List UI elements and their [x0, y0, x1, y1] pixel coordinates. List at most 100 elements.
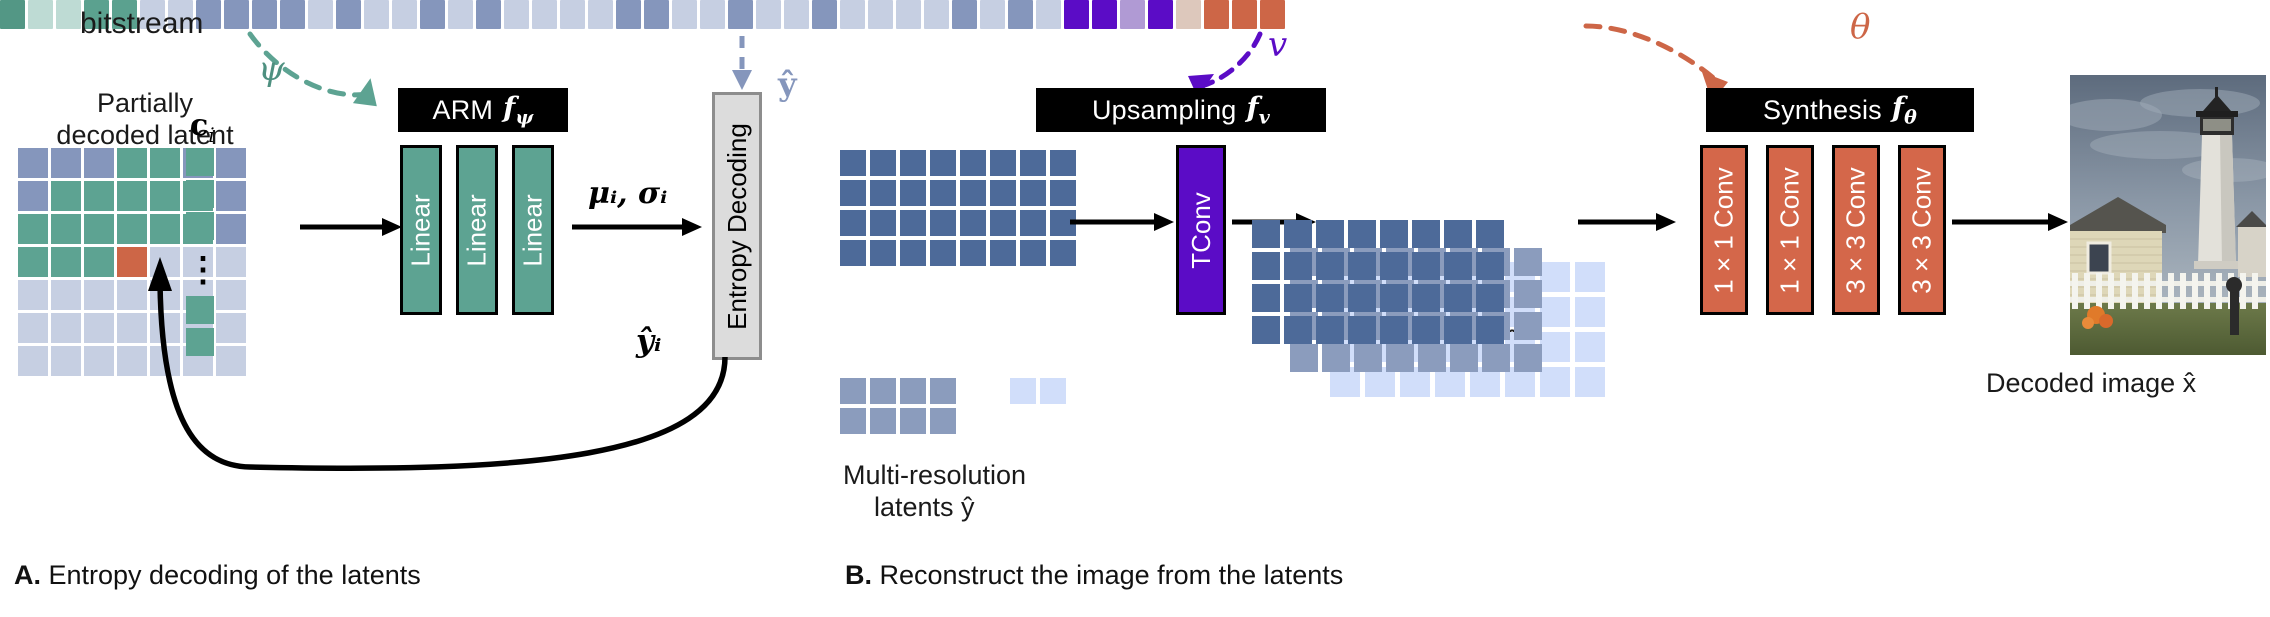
multires-cell: [900, 378, 926, 404]
bitstream-cell: [308, 0, 333, 29]
dense-cell: [1354, 344, 1382, 372]
decoded-image-thumbnail: [2070, 75, 2266, 355]
latent-cell: [84, 214, 114, 244]
context-vector-label: ci: [190, 108, 215, 147]
dense-latent-layer-front: [1252, 220, 1504, 344]
multires-cell: [990, 240, 1016, 266]
multires-cell: [930, 378, 956, 404]
multires-cell: [900, 240, 926, 266]
bitstream-cell: [840, 0, 865, 29]
multires-cell: [990, 180, 1016, 206]
dense-cell: [1514, 312, 1542, 340]
latent-cell: [18, 346, 48, 376]
multires-cell: [930, 210, 956, 236]
dense-cell: [1540, 262, 1570, 292]
panel-a-caption-prefix: A.: [14, 560, 41, 590]
bitstream-cell: [1092, 0, 1117, 29]
panel-a-caption: A. Entropy decoding of the latents: [14, 560, 421, 591]
dense-cell: [1412, 284, 1440, 312]
dense-cell: [1412, 252, 1440, 280]
multires-cell: [900, 210, 926, 236]
dense-cell: [1290, 344, 1318, 372]
dense-cell: [1380, 220, 1408, 248]
conv-block-2: 1 × 1 Conv: [1766, 145, 1814, 315]
yhat-i-label: ŷᵢ: [636, 323, 662, 359]
conv-block-4: 3 × 3 Conv: [1898, 145, 1946, 315]
dense-cell: [1482, 344, 1510, 372]
dense-cell: [1252, 316, 1280, 344]
multires-cell: [1050, 150, 1076, 176]
multires-latent-level-0: [840, 150, 1076, 266]
dense-cell: [1444, 220, 1472, 248]
multires-cell: [1020, 180, 1046, 206]
dense-cell: [1386, 344, 1414, 372]
bitstream-cell: [280, 0, 305, 29]
synthesis-banner-fn: fθ: [1891, 91, 1917, 129]
latents-to-tconv-arrow: [1070, 213, 1174, 231]
latent-title-line2: decoded latent: [56, 120, 234, 150]
multires-cell: [840, 180, 866, 206]
bitstream-cell: [1036, 0, 1061, 29]
latent-cell: [51, 313, 81, 343]
dense-cell: [1540, 367, 1570, 397]
latent-cell: [51, 148, 81, 178]
latent-cell: [18, 247, 48, 277]
latent-title-line1: Partially: [96, 88, 194, 118]
bitstream-cell: [532, 0, 557, 29]
yhat-label: ŷ: [778, 65, 797, 103]
synthesis-banner: Synthesis fθ: [1706, 88, 1974, 132]
bitstream-cell: [56, 0, 81, 29]
dense-cell: [1575, 332, 1605, 362]
context-to-linear-arrow: [300, 218, 400, 236]
dense-cell: [1514, 344, 1542, 372]
bitstream-cell: [1148, 0, 1173, 29]
multires-cell: [1050, 240, 1076, 266]
bitstream-cell: [476, 0, 501, 29]
panel-a-caption-text: Entropy decoding of the latents: [41, 560, 421, 590]
bitstream-cell: [392, 0, 417, 29]
multires-cell: [1020, 240, 1046, 266]
psi-annotation: ψ: [258, 49, 285, 89]
yhat-feedback-arrow: [148, 257, 728, 471]
dense-cell: [1412, 316, 1440, 344]
dense-cell: [1444, 284, 1472, 312]
decoded-image-label: Decoded image x̂: [1986, 368, 2197, 398]
dense-cell: [1418, 344, 1446, 372]
dense-cell: [1476, 252, 1504, 280]
bitstream-cell: [28, 0, 53, 29]
dense-cell: [1514, 248, 1542, 276]
bitstream-cell: [504, 0, 529, 29]
multires-cell: [870, 378, 896, 404]
latent-cell: [117, 214, 147, 244]
bitstream-strip: [0, 0, 2270, 30]
bitstream-cell: [700, 0, 725, 29]
multires-cell: [870, 180, 896, 206]
latent-cell: [150, 181, 180, 211]
multires-cell: [840, 408, 866, 434]
multires-cell: [960, 210, 986, 236]
panel-b-caption-text: Reconstruct the image from the latents: [872, 560, 1344, 590]
v-annotation: v: [1268, 25, 1288, 65]
upsampling-banner-text: Upsampling: [1091, 94, 1237, 125]
multires-cell: [930, 150, 956, 176]
dense-cell: [1316, 284, 1344, 312]
tconv-block: TConv: [1176, 145, 1226, 315]
latent-cell: [216, 214, 246, 244]
bitstream-cell: [336, 0, 361, 29]
latent-cell: [117, 181, 147, 211]
conv-block-3: 3 × 3 Conv: [1832, 145, 1880, 315]
multires-cell: [1050, 180, 1076, 206]
bitstream-cell: [1204, 0, 1229, 29]
latent-cell: [18, 280, 48, 310]
theta-annotation: θ: [1850, 7, 1871, 47]
bitstream-cell: [1120, 0, 1145, 29]
multires-cell: [1040, 378, 1066, 404]
dense-cell: [1252, 252, 1280, 280]
bitstream-cell: [672, 0, 697, 29]
synthesis-to-image-arrow: [1952, 213, 2068, 231]
dense-cell: [1412, 220, 1440, 248]
multires-cell: [960, 180, 986, 206]
bitstream-cell: [364, 0, 389, 29]
dense-cell: [1322, 344, 1350, 372]
bitstream-cell: [1232, 0, 1257, 29]
